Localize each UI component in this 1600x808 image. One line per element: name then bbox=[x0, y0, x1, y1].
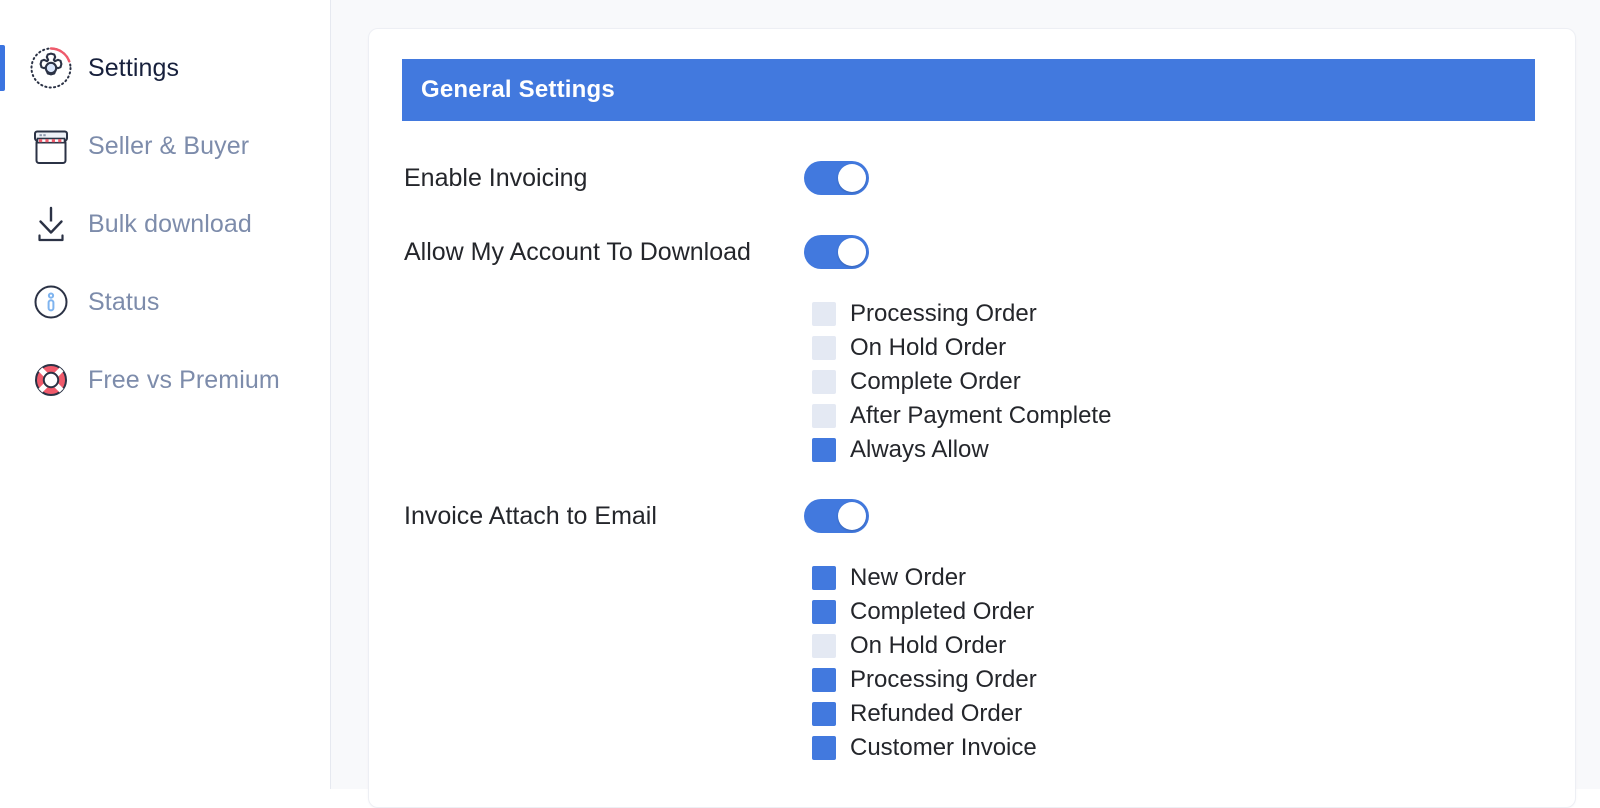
checkbox-complete-order[interactable] bbox=[812, 370, 836, 394]
storefront-icon bbox=[28, 123, 74, 169]
toggle-enable-invoicing[interactable] bbox=[804, 161, 869, 195]
setting-label: Enable Invoicing bbox=[404, 163, 588, 192]
setting-label: Allow My Account To Download bbox=[404, 237, 751, 266]
checkbox-refunded-order[interactable] bbox=[812, 702, 836, 726]
checkbox-label: Completed Order bbox=[850, 598, 1035, 625]
card-header: General Settings bbox=[402, 59, 1535, 121]
setting-row-allow-my-account-to-download: Allow My Account To Download bbox=[402, 229, 1535, 275]
sidebar-item-seller-buyer[interactable]: Seller & Buyer bbox=[0, 118, 330, 174]
list-item[interactable]: On Hold Order bbox=[812, 331, 1535, 365]
checkbox-processing-order[interactable] bbox=[812, 302, 836, 326]
sidebar-item-label: Free vs Premium bbox=[88, 365, 280, 394]
checkbox-label: Always Allow bbox=[850, 436, 989, 463]
email-options-list: New Order Completed Order On Hold Order … bbox=[812, 561, 1535, 765]
general-settings-card: General Settings Enable Invoicing Allow … bbox=[368, 28, 1576, 808]
list-item[interactable]: After Payment Complete bbox=[812, 399, 1535, 433]
list-item[interactable]: Completed Order bbox=[812, 595, 1535, 629]
checkbox-label: New Order bbox=[850, 564, 967, 591]
checkbox-customer-invoice[interactable] bbox=[812, 736, 836, 760]
list-item[interactable]: Processing Order bbox=[812, 297, 1535, 331]
sidebar-item-label: Settings bbox=[88, 53, 180, 82]
checkbox-label: Processing Order bbox=[850, 300, 1037, 327]
setting-row-enable-invoicing: Enable Invoicing bbox=[402, 155, 1535, 201]
list-item[interactable]: On Hold Order bbox=[812, 629, 1535, 663]
list-item[interactable]: Complete Order bbox=[812, 365, 1535, 399]
sidebar: Settings Seller & Buyer Bulk download St… bbox=[0, 0, 331, 789]
checkbox-label: Complete Order bbox=[850, 368, 1021, 395]
sidebar-item-status[interactable]: Status bbox=[0, 274, 330, 330]
checkbox-label: Customer Invoice bbox=[850, 734, 1037, 761]
main-content: General Settings Enable Invoicing Allow … bbox=[331, 0, 1600, 808]
checkbox-always-allow[interactable] bbox=[812, 438, 836, 462]
list-item[interactable]: Always Allow bbox=[812, 433, 1535, 467]
list-item[interactable]: Processing Order bbox=[812, 663, 1535, 697]
sidebar-item-settings[interactable]: Settings bbox=[0, 40, 330, 96]
checkbox-label: After Payment Complete bbox=[850, 402, 1112, 429]
sidebar-item-label: Seller & Buyer bbox=[88, 131, 250, 160]
toggle-knob bbox=[838, 164, 866, 192]
sidebar-item-label: Status bbox=[88, 287, 160, 316]
list-item[interactable]: Customer Invoice bbox=[812, 731, 1535, 765]
checkbox-completed-order[interactable] bbox=[812, 600, 836, 624]
setting-row-invoice-attach-to-email: Invoice Attach to Email bbox=[402, 493, 1535, 539]
checkbox-after-payment-complete[interactable] bbox=[812, 404, 836, 428]
checkbox-on-hold-order-email[interactable] bbox=[812, 634, 836, 658]
toggle-knob bbox=[838, 238, 866, 266]
setting-label: Invoice Attach to Email bbox=[404, 501, 657, 530]
lifebuoy-icon bbox=[28, 357, 74, 403]
active-indicator-bar bbox=[0, 45, 5, 91]
download-icon bbox=[28, 201, 74, 247]
download-options-list: Processing Order On Hold Order Complete … bbox=[812, 297, 1535, 467]
checkbox-processing-order-email[interactable] bbox=[812, 668, 836, 692]
list-item[interactable]: Refunded Order bbox=[812, 697, 1535, 731]
toggle-invoice-attach-to-email[interactable] bbox=[804, 499, 869, 533]
sidebar-item-label: Bulk download bbox=[88, 209, 252, 238]
sidebar-item-free-vs-premium[interactable]: Free vs Premium bbox=[0, 352, 330, 408]
checkbox-label: Refunded Order bbox=[850, 700, 1023, 727]
checkbox-label: Processing Order bbox=[850, 666, 1037, 693]
toggle-knob bbox=[838, 502, 866, 530]
app-root: Settings Seller & Buyer Bulk download St… bbox=[0, 0, 1600, 808]
toggle-allow-my-account-to-download[interactable] bbox=[804, 235, 869, 269]
checkbox-label: On Hold Order bbox=[850, 632, 1007, 659]
checkbox-on-hold-order[interactable] bbox=[812, 336, 836, 360]
sidebar-item-bulk-download[interactable]: Bulk download bbox=[0, 196, 330, 252]
page-title: General Settings bbox=[421, 76, 615, 103]
checkbox-new-order[interactable] bbox=[812, 566, 836, 590]
checkbox-label: On Hold Order bbox=[850, 334, 1007, 361]
info-circle-icon bbox=[28, 279, 74, 325]
gear-settings-icon bbox=[28, 45, 74, 91]
list-item[interactable]: New Order bbox=[812, 561, 1535, 595]
